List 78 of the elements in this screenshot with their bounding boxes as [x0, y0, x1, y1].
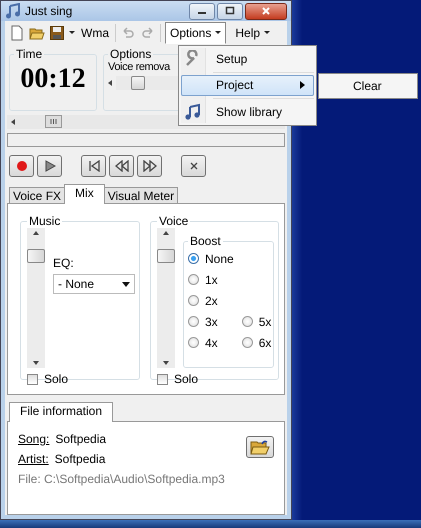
up-arrow-icon[interactable]: [33, 231, 39, 235]
voice-volume-slider[interactable]: [157, 228, 175, 368]
skip-back-icon: [88, 160, 100, 172]
rewind-button[interactable]: [109, 155, 134, 177]
file-path: File: C:\Softpedia\Audio\Softpedia.mp3: [18, 472, 225, 486]
menu-item[interactable]: Clear: [321, 76, 415, 96]
boost-radio[interactable]: 1x: [188, 269, 234, 290]
eq-label: EQ:: [53, 256, 75, 270]
submenu-arrow-icon: [300, 81, 305, 90]
window-title: Just sing: [25, 4, 74, 18]
artist-value: Softpedia: [54, 452, 106, 466]
maximize-icon: [225, 6, 235, 16]
close-icon: [261, 6, 271, 16]
group-label: Options: [109, 48, 152, 61]
boost-radio[interactable]: 4x: [188, 332, 234, 353]
boost-radio[interactable]: 2x: [188, 290, 234, 311]
music-note-icon: [5, 3, 21, 19]
caret-icon: [215, 31, 222, 35]
new-file-icon[interactable]: [9, 25, 25, 41]
left-arrow-icon[interactable]: [11, 119, 15, 125]
tab[interactable]: Voice FX: [9, 187, 66, 204]
menu-button[interactable]: Help: [230, 22, 276, 44]
tab[interactable]: Visual Meter: [104, 187, 178, 204]
menu-item-label: Setup: [216, 52, 248, 66]
up-arrow-icon[interactable]: [163, 231, 169, 235]
left-arrow-icon[interactable]: [108, 80, 112, 86]
open-folder-button[interactable]: [246, 436, 274, 458]
caret-icon[interactable]: [69, 31, 75, 35]
format-label[interactable]: Wma: [81, 26, 109, 40]
group-label: Time: [15, 47, 44, 61]
down-arrow-icon[interactable]: [163, 361, 169, 365]
maximize-button[interactable]: [217, 2, 243, 20]
tab[interactable]: File information: [9, 402, 114, 422]
fast-forward-button[interactable]: [137, 155, 162, 177]
group-label: Voice: [158, 214, 190, 228]
music-note-icon: [184, 103, 202, 122]
fast-forward-icon: [142, 160, 156, 172]
caret-icon: [122, 282, 130, 286]
save-icon[interactable]: [49, 25, 65, 41]
menu-item[interactable]: Project: [181, 74, 314, 96]
group-label: Music: [28, 214, 62, 228]
close-button[interactable]: [245, 2, 287, 20]
boost-radio[interactable]: None: [188, 248, 234, 269]
rewind-icon: [114, 160, 128, 172]
boost-radio[interactable]: 5x: [242, 311, 272, 332]
slider-thumb[interactable]: [27, 249, 45, 263]
song-value: Softpedia: [55, 432, 106, 446]
tab[interactable]: Mix: [64, 184, 105, 204]
menu-item[interactable]: Show library: [181, 101, 314, 123]
scroll-thumb-icon[interactable]: [45, 115, 62, 128]
boost-radio[interactable]: 6x: [242, 332, 272, 353]
solo-checkbox[interactable]: Solo: [157, 372, 274, 386]
menu-item[interactable]: Setup: [181, 48, 314, 70]
play-icon: [44, 160, 56, 172]
menu-item-label: Project: [216, 78, 254, 92]
close-icon: [188, 161, 198, 171]
slider-thumb[interactable]: [157, 249, 175, 263]
slider-thumb[interactable]: [130, 76, 145, 90]
boost-radio[interactable]: 3x: [188, 311, 234, 332]
solo-checkbox[interactable]: Solo: [27, 372, 135, 386]
option-label: Voice remova: [108, 61, 172, 73]
menu-button[interactable]: Options: [165, 22, 226, 44]
minimize-button[interactable]: [189, 2, 215, 20]
down-arrow-icon[interactable]: [33, 361, 39, 365]
eq-dropdown[interactable]: - None: [53, 274, 135, 294]
field-label: Song:: [18, 432, 50, 446]
record-button[interactable]: [9, 155, 34, 177]
caret-icon: [264, 31, 270, 35]
record-icon: [16, 160, 28, 172]
group-label: Boost: [189, 234, 222, 248]
menu-item-label: Show library: [216, 105, 282, 120]
folder-icon: [250, 439, 270, 455]
field-label: Artist:: [18, 452, 49, 466]
close-button[interactable]: [181, 155, 206, 177]
skip-back-button[interactable]: [81, 155, 106, 177]
play-button[interactable]: [37, 155, 62, 177]
elapsed-time: 00:12: [19, 63, 87, 95]
music-volume-slider[interactable]: [27, 228, 45, 368]
